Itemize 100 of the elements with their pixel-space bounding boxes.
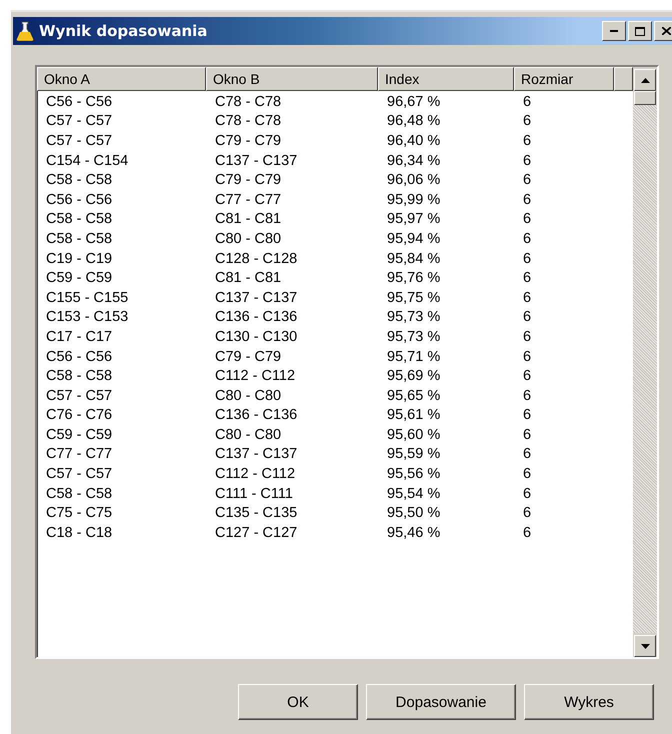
table-cell-text: C56 - C56 xyxy=(45,348,114,365)
close-icon xyxy=(662,27,670,35)
scroll-down-button[interactable] xyxy=(634,635,656,657)
table-cell-text: 6 xyxy=(522,309,532,326)
table-cell-text: C56 - C56 xyxy=(45,192,114,208)
table-cell-text: 6 xyxy=(522,230,532,247)
table-cell-text: C136 - C136 xyxy=(214,407,298,424)
scrollbar-thumb[interactable] xyxy=(634,91,656,105)
table-cell-text: 95,97 % xyxy=(386,211,442,228)
table-cell-text: C78 - C78 xyxy=(214,94,282,110)
table-cell-text: 95,69 % xyxy=(386,368,442,384)
table-cell-text: 95,73 % xyxy=(386,309,442,326)
dialog-button[interactable]: Dopasowanie xyxy=(366,684,516,720)
table-cell-text: C58 - C58 xyxy=(45,368,114,384)
table-cell-text: 6 xyxy=(522,152,532,169)
table-cell-text: C137 - C137 xyxy=(214,446,298,462)
table-cell-text: C81 - C81 xyxy=(214,270,282,286)
table-cell-text: 6 xyxy=(522,407,532,424)
table-cell-text: 95,94 % xyxy=(386,230,442,247)
table-cell-text: C77 - C77 xyxy=(45,446,114,462)
maximize-icon xyxy=(635,26,645,36)
table-cell-text: 6 xyxy=(522,426,532,443)
flask-icon xyxy=(16,21,34,41)
dialog-button[interactable]: Wykres xyxy=(524,684,654,720)
table-cell-text: C59 - C59 xyxy=(45,270,114,286)
close-button[interactable] xyxy=(654,21,672,41)
table-cell-text: 95,75 % xyxy=(386,290,442,306)
table-cell-text: C17 - C17 xyxy=(45,328,114,345)
table-cell-text: 6 xyxy=(522,192,532,208)
table-cell-text: 96,34 % xyxy=(386,152,442,169)
table-cell-text: C128 - C128 xyxy=(214,250,298,267)
table-cell-text: 6 xyxy=(522,505,532,522)
minimize-button[interactable] xyxy=(602,21,626,41)
table-cell-text: 95,84 % xyxy=(386,250,442,267)
table-cell-text: C57 - C57 xyxy=(45,466,114,482)
column-header[interactable]: Index xyxy=(378,67,514,91)
table-cell-text: 6 xyxy=(522,328,532,345)
table-cell-text: C57 - C57 xyxy=(45,388,114,404)
table-cell-text: 6 xyxy=(522,172,532,188)
table-cell-text: C58 - C58 xyxy=(45,172,114,188)
table-cell-text: 95,76 % xyxy=(386,270,442,286)
maximize-button[interactable] xyxy=(628,21,652,41)
table-cell-text: 95,56 % xyxy=(386,466,442,482)
table-cell-text: 6 xyxy=(522,446,532,462)
table-cell-text: C112 - C112 xyxy=(214,368,296,384)
table-cell-text: 96,48 % xyxy=(386,113,442,130)
table-cell-text: C137 - C137 xyxy=(214,152,298,169)
table-cell-text: 6 xyxy=(522,270,532,286)
table-cell-text: 95,50 % xyxy=(386,505,442,522)
table-cell-text: 96,40 % xyxy=(386,132,442,149)
table-cell-text: 6 xyxy=(522,486,532,502)
column-header[interactable]: Rozmiar xyxy=(514,67,614,91)
column-header[interactable]: Okno A xyxy=(37,67,206,91)
table-cell-text: C77 - C77 xyxy=(214,192,282,208)
table-cell-text: C79 - C79 xyxy=(214,348,282,365)
table-cell-text: C80 - C80 xyxy=(214,426,282,443)
table-cell-text: C127 - C127 xyxy=(214,524,298,541)
table-cell-text: 6 xyxy=(522,250,532,267)
table-cell-text: C81 - C81 xyxy=(214,211,282,228)
table-cell-text: C135 - C135 xyxy=(214,505,298,522)
table-cell-text: 95,71 % xyxy=(386,348,442,365)
table-cell-text: 6 xyxy=(522,290,532,306)
table-cell-text: 96,67 % xyxy=(386,94,442,110)
table-cell-text: C155 - C155 xyxy=(45,290,130,306)
table-cell-text: C58 - C58 xyxy=(45,211,114,228)
table-cell-text: 95,73 % xyxy=(386,328,442,345)
table-cell-text: C19 - C19 xyxy=(45,250,114,267)
table-cell-text: C111 - C111 xyxy=(214,486,294,502)
table-cell-text: C154 - C154 xyxy=(45,152,130,169)
up-arrow-icon xyxy=(640,78,650,82)
table-cell-text: 95,46 % xyxy=(386,524,442,541)
table-cell-text: 95,65 % xyxy=(386,388,442,404)
column-header[interactable]: Okno B xyxy=(206,67,378,91)
table-cell-text: C57 - C57 xyxy=(45,113,114,130)
table-cell-text: C59 - C59 xyxy=(45,426,114,443)
table-cell-text: 6 xyxy=(522,524,532,541)
table-cell-text: 95,61 % xyxy=(386,407,442,424)
table-cell-text: C79 - C79 xyxy=(214,172,282,188)
table-cell-text: 95,54 % xyxy=(386,486,442,502)
table-cell-text: C58 - C58 xyxy=(45,486,114,502)
table-cell-text: C130 - C130 xyxy=(214,328,298,345)
table-cell-text: 95,99 % xyxy=(386,192,442,208)
scroll-up-button[interactable] xyxy=(634,69,656,91)
table-cell-text: C137 - C137 xyxy=(214,290,298,306)
table-cell-text: 95,60 % xyxy=(386,426,442,443)
table-cell-text: C136 - C136 xyxy=(214,309,298,326)
table-cell-text: 6 xyxy=(522,132,532,149)
dialog-button[interactable]: OK xyxy=(238,684,358,720)
table-cell-text: C76 - C76 xyxy=(45,407,114,424)
table-cell-text: 6 xyxy=(522,388,532,404)
table-cell-text: 6 xyxy=(522,348,532,365)
table-cell-text: 95,59 % xyxy=(386,446,442,462)
table-cell-text: C56 - C56 xyxy=(45,94,114,110)
table-cell-text: 6 xyxy=(522,211,532,228)
table-cell-text: C75 - C75 xyxy=(45,505,114,522)
table-cell-text: C112 - C112 xyxy=(214,466,296,482)
table-cell-text: C80 - C80 xyxy=(214,388,282,404)
table-cell-text: C18 - C18 xyxy=(45,524,114,541)
table-cell-text: C58 - C58 xyxy=(45,230,114,247)
table-cell-text: C80 - C80 xyxy=(214,230,282,247)
